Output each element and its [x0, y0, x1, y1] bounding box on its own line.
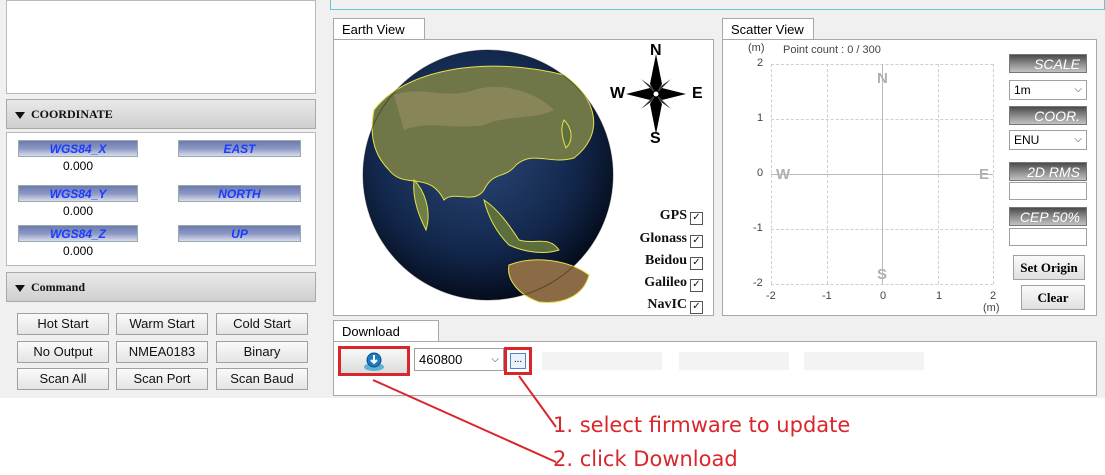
y-tick: -1 — [753, 222, 763, 234]
beidou-checkbox[interactable]: Beidou ✓ — [645, 252, 703, 270]
x-tick: 0 — [880, 290, 887, 302]
chevron-down-icon: ⌵ — [491, 354, 499, 365]
y-tick: 2 — [757, 57, 764, 69]
coord-value-up — [178, 243, 301, 260]
grid-line — [993, 64, 994, 284]
coord-value-wgs84-y: 0.000 — [18, 203, 138, 220]
coor-select[interactable]: ENU ⌵ — [1009, 130, 1087, 150]
collapse-triangle-icon — [15, 284, 25, 292]
x-tick: 2 — [990, 290, 997, 302]
info-box — [6, 0, 316, 94]
tab-scatter-view[interactable]: Scatter View — [722, 18, 814, 40]
checkbox-checked-icon[interactable]: ✓ — [690, 257, 703, 270]
set-origin-button[interactable]: Set Origin — [1013, 255, 1085, 280]
coord-value-north — [178, 203, 301, 220]
scan-port-button[interactable]: Scan Port — [116, 368, 208, 390]
coordinate-section-header[interactable]: COORDINATE — [6, 99, 316, 129]
cep-label: CEP 50% — [1009, 207, 1087, 226]
y-axis-line — [882, 64, 883, 284]
binary-button[interactable]: Binary — [216, 341, 308, 363]
coordinate-panel: WGS84_X 0.000 EAST WGS84_Y 0.000 NORTH W… — [6, 132, 316, 266]
download-status-field — [542, 352, 662, 370]
scatter-view-panel: (m) Point count : 0 / 300 2 1 0 -1 -2 -2… — [722, 39, 1097, 316]
point-count: Point count : 0 / 300 — [783, 44, 881, 56]
coord-value-east — [178, 158, 301, 175]
command-panel: Hot Start Warm Start Cold Start No Outpu… — [6, 304, 316, 396]
tab-earth-view[interactable]: Earth View — [333, 18, 425, 40]
download-status-field — [679, 352, 789, 370]
hot-start-button[interactable]: Hot Start — [17, 313, 109, 335]
navic-checkbox[interactable]: NavIC ✓ — [647, 296, 703, 314]
coord-label-east: EAST — [178, 140, 301, 157]
scan-all-button[interactable]: Scan All — [17, 368, 109, 390]
chevron-down-icon: ⌵ — [1074, 84, 1082, 95]
gps-checkbox[interactable]: GPS ✓ — [660, 207, 703, 225]
warm-start-button[interactable]: Warm Start — [116, 313, 208, 335]
coord-value-wgs84-x: 0.000 — [18, 158, 138, 175]
compass-s: S — [650, 130, 661, 147]
checkbox-checked-icon[interactable]: ✓ — [690, 212, 703, 225]
collapse-triangle-icon — [15, 111, 25, 119]
coordinate-title: COORDINATE — [31, 107, 113, 121]
scatter-dir-w: W — [776, 166, 791, 183]
checkbox-checked-icon[interactable]: ✓ — [690, 235, 703, 248]
y-tick: 1 — [757, 112, 764, 124]
download-globe-icon — [364, 352, 384, 371]
scatter-dir-n: N — [877, 70, 888, 87]
coord-label-wgs84-z: WGS84_Z — [18, 225, 138, 242]
checkbox-checked-icon[interactable]: ✓ — [690, 279, 703, 292]
rms-label: 2D RMS — [1009, 162, 1087, 181]
compass-n: N — [650, 42, 662, 59]
coord-value-wgs84-z: 0.000 — [18, 243, 138, 260]
download-status-field — [804, 352, 924, 370]
baud-rate-select[interactable]: 460800 ⌵ — [414, 348, 504, 371]
scan-baud-button[interactable]: Scan Baud — [216, 368, 308, 390]
top-frame — [330, 0, 1105, 10]
compass-e: E — [692, 85, 703, 102]
coord-label-wgs84-x: WGS84_X — [18, 140, 138, 157]
cep-value — [1009, 228, 1087, 246]
checkbox-checked-icon[interactable]: ✓ — [690, 301, 703, 314]
tab-download[interactable]: Download — [333, 320, 439, 342]
scatter-unit-bottom: (m) — [983, 302, 1000, 314]
browse-firmware-button[interactable]: ... — [510, 353, 526, 369]
command-title: Command — [31, 280, 86, 294]
no-output-button[interactable]: No Output — [17, 341, 109, 363]
scale-select[interactable]: 1m ⌵ — [1009, 80, 1087, 100]
coor-label: COOR. — [1009, 106, 1087, 125]
galileo-checkbox[interactable]: Galileo ✓ — [644, 274, 703, 292]
coord-label-up: UP — [178, 225, 301, 242]
y-tick: 0 — [757, 167, 764, 179]
scale-label: SCALE — [1009, 54, 1087, 73]
download-panel: 460800 ⌵ ... — [333, 341, 1097, 396]
scatter-dir-s: S — [877, 266, 888, 283]
glonass-checkbox[interactable]: Glonass ✓ — [640, 230, 703, 248]
earth-view-panel: N S E W GPS ✓ Glonass ✓ Beidou ✓ Galileo ✓ N… — [333, 39, 714, 316]
x-tick: -1 — [822, 290, 832, 302]
command-section-header[interactable]: Command — [6, 272, 316, 302]
annotation-step-2: 2. click Download — [553, 447, 738, 471]
y-tick: -2 — [753, 277, 763, 289]
rms-value — [1009, 182, 1087, 200]
coord-label-north: NORTH — [178, 185, 301, 202]
chevron-down-icon: ⌵ — [1074, 134, 1082, 145]
x-tick: 1 — [936, 290, 943, 302]
annotation-step-1: 1. select firmware to update — [553, 413, 851, 437]
clear-button[interactable]: Clear — [1021, 285, 1085, 310]
browse-firmware-frame: ... — [504, 347, 532, 375]
scatter-dir-e: E — [979, 166, 990, 183]
coord-label-wgs84-y: WGS84_Y — [18, 185, 138, 202]
download-button[interactable] — [338, 346, 410, 376]
x-tick: -2 — [766, 290, 776, 302]
compass-w: W — [610, 85, 626, 102]
cold-start-button[interactable]: Cold Start — [216, 313, 308, 335]
grid-line — [771, 284, 993, 285]
nmea0183-button[interactable]: NMEA0183 — [116, 341, 208, 363]
scatter-unit-top: (m) — [748, 42, 765, 54]
